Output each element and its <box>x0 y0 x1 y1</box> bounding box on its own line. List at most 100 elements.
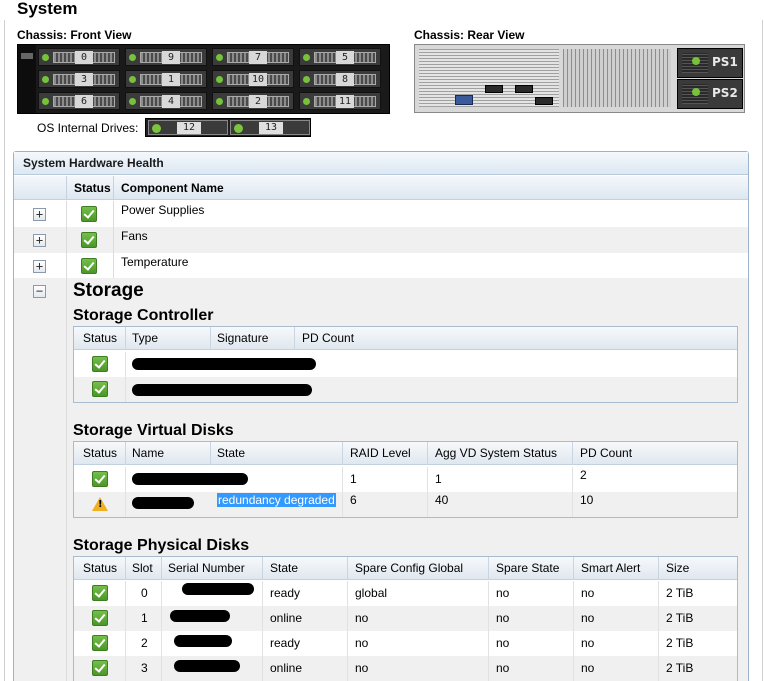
column-header[interactable]: Type <box>132 327 158 349</box>
collapse-minus-icon[interactable]: − <box>33 285 46 298</box>
os-drive-bay[interactable]: 13 <box>230 120 310 135</box>
status-ok-icon <box>92 585 108 601</box>
disk-size: 2 TiB <box>666 586 694 600</box>
virtual-disks-table: Status Name State RAID Level Agg VD Syst… <box>73 441 738 518</box>
health-panel-title: System Hardware Health <box>14 152 748 175</box>
page-title: System <box>17 0 78 18</box>
table-row[interactable]: 2 ready no no no 2 TiB <box>74 631 737 656</box>
redacted-text <box>132 384 312 396</box>
drive-led-icon <box>303 98 310 105</box>
table-row[interactable]: 0 ready global no no 2 TiB <box>74 581 737 606</box>
rear-chassis-image: PS1 PS2 <box>414 44 745 113</box>
column-header[interactable]: Spare State <box>496 557 559 579</box>
drive-bay[interactable]: 8 <box>299 70 381 88</box>
redacted-text <box>174 660 240 672</box>
drive-bay[interactable]: 1 <box>125 70 207 88</box>
drive-bay[interactable]: 11 <box>299 92 381 110</box>
column-header-component[interactable]: Component Name <box>121 176 224 200</box>
column-header[interactable]: Size <box>666 557 689 579</box>
expand-plus-icon[interactable]: + <box>33 208 46 221</box>
spare-config-global: no <box>355 661 369 675</box>
table-row[interactable]: 1 1 2 <box>74 467 737 492</box>
spare-state: no <box>496 636 510 650</box>
column-header[interactable]: Agg VD System Status <box>435 442 557 464</box>
table-row[interactable] <box>74 377 737 402</box>
column-header[interactable]: Name <box>132 442 164 464</box>
usb-port-icon <box>535 97 553 105</box>
drive-led-icon <box>303 54 310 61</box>
table-row[interactable]: 3 online no no no 2 TiB <box>74 656 737 681</box>
selected-state-text[interactable]: redundancy degraded <box>217 493 336 507</box>
spare-config-global: global <box>355 586 388 600</box>
vd-state: redundancy degraded <box>217 488 336 513</box>
table-row[interactable] <box>74 352 737 377</box>
component-name: Fans <box>121 229 148 243</box>
column-header[interactable]: Signature <box>217 327 268 349</box>
disk-state: ready <box>270 636 301 650</box>
drive-led-icon <box>129 54 136 61</box>
column-header[interactable]: State <box>270 557 298 579</box>
column-header[interactable]: Smart Alert <box>581 557 640 579</box>
component-name: Power Supplies <box>121 203 205 217</box>
smart-alert: no <box>581 661 595 675</box>
health-row-power-supplies[interactable]: + Power Supplies <box>14 201 748 227</box>
power-supply-2[interactable]: PS2 <box>677 79 743 109</box>
column-header[interactable]: PD Count <box>302 327 354 349</box>
drive-led-icon <box>216 54 223 61</box>
power-supply-1[interactable]: PS1 <box>677 48 743 78</box>
drive-bay[interactable]: 7 <box>212 48 294 66</box>
drive-bay-number: 10 <box>249 73 267 86</box>
column-header[interactable]: Status <box>83 327 117 349</box>
drive-bay[interactable]: 10 <box>212 70 294 88</box>
drive-bay[interactable]: 0 <box>38 48 120 66</box>
drive-bay[interactable]: 9 <box>125 48 207 66</box>
storage-controller-table: Status Type Signature PD Count <box>73 326 738 403</box>
column-header[interactable]: Serial Number <box>168 557 245 579</box>
spare-config-global: no <box>355 611 369 625</box>
column-header[interactable]: Status <box>83 442 117 464</box>
drive-bay[interactable]: 4 <box>125 92 207 110</box>
column-header[interactable]: RAID Level <box>350 442 411 464</box>
redacted-text <box>132 358 316 370</box>
table-row[interactable]: 1 online no no no 2 TiB <box>74 606 737 631</box>
table-header: Status Name State RAID Level Agg VD Syst… <box>74 442 737 465</box>
table-row[interactable]: redundancy degraded 6 40 10 <box>74 492 737 517</box>
drive-led-icon <box>216 98 223 105</box>
drive-bay-number: 8 <box>336 73 354 86</box>
health-table-header: Status Component Name <box>14 176 748 200</box>
health-row-fans[interactable]: + Fans <box>14 227 748 253</box>
drive-bay[interactable]: 6 <box>38 92 120 110</box>
column-header[interactable]: Spare Config Global <box>355 557 463 579</box>
front-view-label: Chassis: Front View <box>17 28 132 42</box>
column-header[interactable]: Slot <box>132 557 153 579</box>
drive-bay[interactable]: 5 <box>299 48 381 66</box>
health-row-temperature[interactable]: + Temperature <box>14 253 748 279</box>
status-ok-icon <box>92 635 108 651</box>
spare-config-global: no <box>355 636 369 650</box>
os-drive-bay[interactable]: 12 <box>148 120 228 135</box>
smart-alert: no <box>581 636 595 650</box>
network-port-icon <box>485 85 503 93</box>
column-header-status[interactable]: Status <box>74 176 111 200</box>
rear-io-panel <box>563 49 671 107</box>
drive-bay[interactable]: 2 <box>212 92 294 110</box>
column-header[interactable]: State <box>217 442 245 464</box>
expand-plus-icon[interactable]: + <box>33 260 46 273</box>
drive-bay-number: 4 <box>162 95 180 108</box>
drive-bay[interactable]: 3 <box>38 70 120 88</box>
component-name: Temperature <box>121 255 189 269</box>
redacted-text <box>182 583 254 595</box>
status-ok-icon <box>92 660 108 676</box>
drive-bay-number: 1 <box>162 73 180 86</box>
drive-led-icon <box>129 98 136 105</box>
drive-bay-number: 2 <box>249 95 267 108</box>
os-drives-label: OS Internal Drives: <box>37 121 139 135</box>
spare-state: no <box>496 661 510 675</box>
disk-size: 2 TiB <box>666 611 694 625</box>
drive-bay-number: 9 <box>162 51 180 64</box>
expand-plus-icon[interactable]: + <box>33 234 46 247</box>
column-header[interactable]: PD Count <box>580 442 632 464</box>
drive-led-icon <box>303 76 310 83</box>
drive-led-icon <box>42 54 49 61</box>
column-header[interactable]: Status <box>83 557 117 579</box>
